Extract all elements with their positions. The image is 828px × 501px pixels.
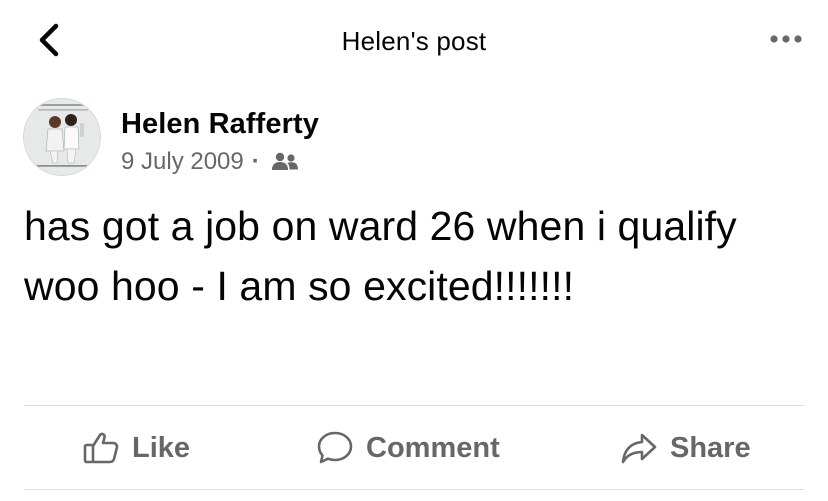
page-title: Helen's post <box>341 26 487 56</box>
comment-icon <box>317 431 353 464</box>
like-button[interactable]: Like <box>82 428 190 468</box>
thumbs-up-icon <box>83 432 119 464</box>
post-meta: 9 July 2009 · <box>121 147 300 177</box>
top-bar: Helen's post <box>0 0 828 84</box>
post-date[interactable]: 9 July 2009 <box>121 148 244 176</box>
comment-label: Comment <box>366 431 500 464</box>
meta-separator: · <box>251 148 260 175</box>
avatar[interactable] <box>23 98 101 176</box>
divider <box>24 489 804 490</box>
post-page: Helen's post Helen Rafferty 9 July 2009 … <box>0 0 828 501</box>
share-label: Share <box>670 431 751 464</box>
like-label: Like <box>132 431 191 464</box>
more-dots-icon <box>770 35 802 43</box>
comment-button[interactable]: Comment <box>316 428 500 468</box>
post-text: has got a job on ward 26 when i qualify … <box>24 203 737 309</box>
share-arrow-icon <box>621 433 657 464</box>
post-actions: Like Comment Share <box>0 406 828 489</box>
more-options-button[interactable] <box>766 28 806 50</box>
friends-icon[interactable] <box>270 151 300 173</box>
profile-picture <box>24 99 100 175</box>
share-button[interactable]: Share <box>620 428 751 468</box>
author-name[interactable]: Helen Rafferty <box>121 108 319 141</box>
